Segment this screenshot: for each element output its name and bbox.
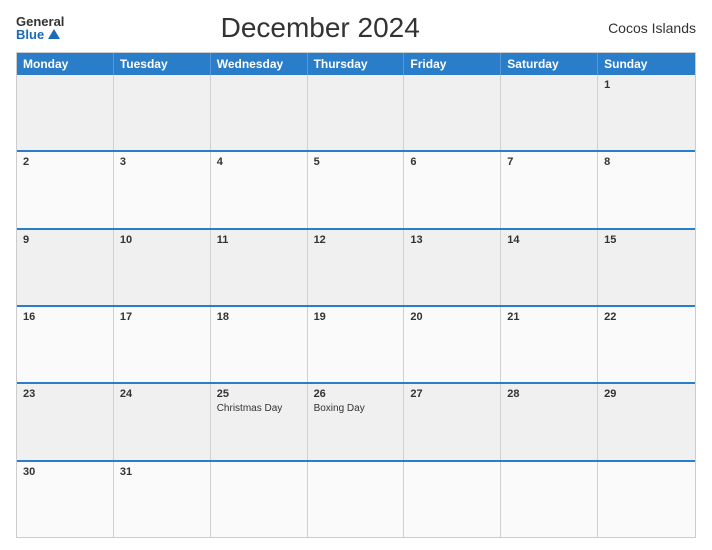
day-number: 5	[314, 156, 398, 168]
day-number: 4	[217, 156, 301, 168]
day-number: 3	[120, 156, 204, 168]
day-number: 9	[23, 234, 107, 246]
day-cell	[308, 75, 405, 150]
day-cell: 6	[404, 152, 501, 227]
day-cell: 15	[598, 230, 695, 305]
day-number: 22	[604, 311, 689, 323]
day-number: 1	[604, 79, 689, 91]
day-headers: MondayTuesdayWednesdayThursdayFridaySatu…	[17, 53, 695, 75]
day-cell: 18	[211, 307, 308, 382]
event-label: Boxing Day	[314, 402, 398, 415]
day-cell: 3	[114, 152, 211, 227]
day-cell: 10	[114, 230, 211, 305]
day-cell: 1	[598, 75, 695, 150]
day-header-saturday: Saturday	[501, 53, 598, 75]
day-cell	[17, 75, 114, 150]
day-header-thursday: Thursday	[308, 53, 405, 75]
day-cell	[211, 75, 308, 150]
day-number: 23	[23, 388, 107, 400]
day-cell: 24	[114, 384, 211, 459]
day-cell	[598, 462, 695, 537]
day-cell: 20	[404, 307, 501, 382]
day-cell	[114, 75, 211, 150]
day-cell	[501, 75, 598, 150]
day-cell: 14	[501, 230, 598, 305]
day-number: 25	[217, 388, 301, 400]
week-row-1: 1	[17, 75, 695, 150]
day-number: 13	[410, 234, 494, 246]
day-number: 6	[410, 156, 494, 168]
day-cell: 8	[598, 152, 695, 227]
day-number: 31	[120, 466, 204, 478]
day-cell: 21	[501, 307, 598, 382]
day-cell: 27	[404, 384, 501, 459]
page: General Blue December 2024 Cocos Islands…	[0, 0, 712, 550]
calendar-title: December 2024	[64, 12, 576, 44]
day-number: 8	[604, 156, 689, 168]
logo-blue-text: Blue	[16, 28, 60, 41]
week-row-2: 2 3 4 56 7 8	[17, 150, 695, 227]
day-cell: 9	[17, 230, 114, 305]
calendar: MondayTuesdayWednesdayThursdayFridaySatu…	[16, 52, 696, 538]
day-header-sunday: Sunday	[598, 53, 695, 75]
logo: General Blue	[16, 15, 64, 41]
day-cell: 25 Christmas Day	[211, 384, 308, 459]
day-number: 27	[410, 388, 494, 400]
day-cell: 31	[114, 462, 211, 537]
region-label: Cocos Islands	[576, 20, 696, 36]
day-cell: 2	[17, 152, 114, 227]
day-header-friday: Friday	[404, 53, 501, 75]
day-number: 15	[604, 234, 689, 246]
day-number: 29	[604, 388, 689, 400]
day-cell	[211, 462, 308, 537]
day-number: 24	[120, 388, 204, 400]
day-cell: 19	[308, 307, 405, 382]
header: General Blue December 2024 Cocos Islands	[16, 12, 696, 44]
day-cell: 28	[501, 384, 598, 459]
day-number: 12	[314, 234, 398, 246]
day-number: 17	[120, 311, 204, 323]
day-number: 7	[507, 156, 591, 168]
day-cell	[404, 462, 501, 537]
day-cell: 26 Boxing Day	[308, 384, 405, 459]
day-header-monday: Monday	[17, 53, 114, 75]
day-number: 19	[314, 311, 398, 323]
week-row-3: 9 10 11 12 13 14 15	[17, 228, 695, 305]
day-number: 14	[507, 234, 591, 246]
day-cell: 4	[211, 152, 308, 227]
day-number: 11	[217, 234, 301, 246]
day-cell: 11	[211, 230, 308, 305]
day-cell: 30	[17, 462, 114, 537]
day-number: 28	[507, 388, 591, 400]
logo-triangle-icon	[48, 29, 60, 39]
day-number: 10	[120, 234, 204, 246]
day-number: 2	[23, 156, 107, 168]
event-label: Christmas Day	[217, 402, 301, 415]
day-number: 18	[217, 311, 301, 323]
calendar-body: 1234567891011121314151617181920212223242…	[17, 75, 695, 537]
day-cell	[501, 462, 598, 537]
day-cell: 7	[501, 152, 598, 227]
day-number: 21	[507, 311, 591, 323]
day-cell: 16	[17, 307, 114, 382]
week-row-6: 30 31	[17, 460, 695, 537]
week-row-5: 23 24 25 Christmas Day 26 Boxing Day 27 28 29	[17, 382, 695, 459]
day-cell: 12	[308, 230, 405, 305]
day-cell	[404, 75, 501, 150]
day-cell: 13	[404, 230, 501, 305]
day-cell: 5	[308, 152, 405, 227]
day-cell: 29	[598, 384, 695, 459]
day-number: 26	[314, 388, 398, 400]
day-header-tuesday: Tuesday	[114, 53, 211, 75]
day-number: 20	[410, 311, 494, 323]
day-cell	[308, 462, 405, 537]
day-number: 30	[23, 466, 107, 478]
day-number: 16	[23, 311, 107, 323]
day-cell: 23	[17, 384, 114, 459]
day-cell: 17	[114, 307, 211, 382]
week-row-4: 16 17 18 19 20 21 22	[17, 305, 695, 382]
day-header-wednesday: Wednesday	[211, 53, 308, 75]
day-cell: 22	[598, 307, 695, 382]
